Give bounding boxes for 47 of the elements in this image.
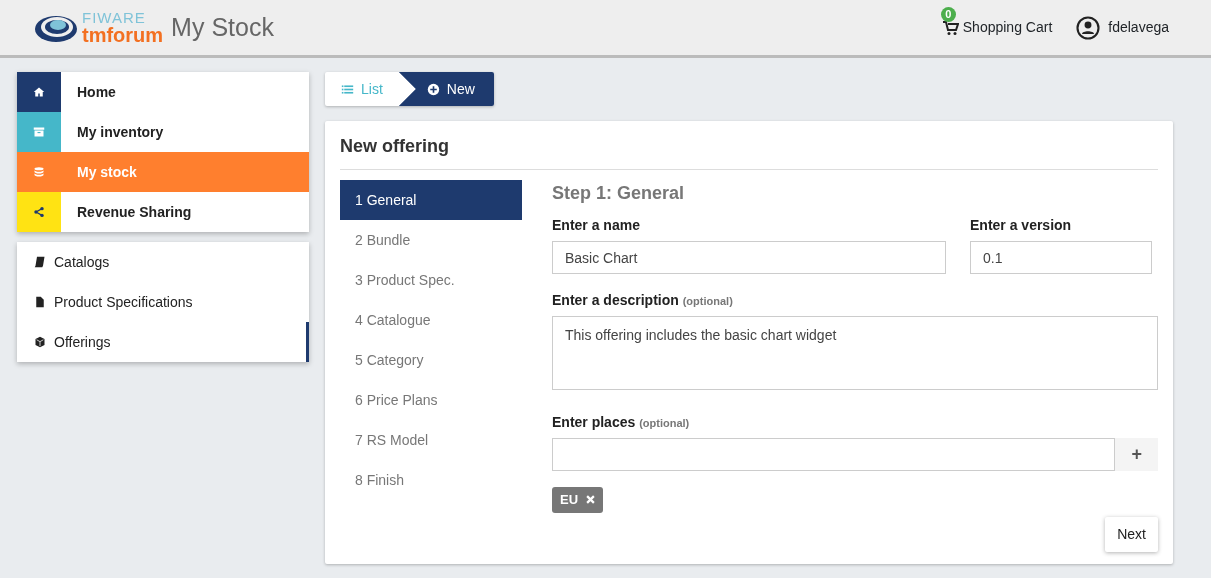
share-icon xyxy=(33,206,45,218)
logo-text: tmforum xyxy=(82,24,164,45)
place-tag: EU xyxy=(552,487,604,513)
field-label: Enter places xyxy=(552,414,636,430)
archive-box-icon xyxy=(33,126,45,138)
optional-hint: (optional) xyxy=(682,295,733,307)
step-item[interactable]: 3 Product Spec. xyxy=(340,260,522,300)
user-avatar-icon xyxy=(1076,15,1101,40)
add-button[interactable]: + xyxy=(1115,438,1158,471)
submenu-item[interactable]: Catalogs xyxy=(17,242,309,282)
home-icon xyxy=(33,86,45,98)
remove-icon[interactable] xyxy=(586,495,596,505)
panel-title: New offering xyxy=(340,133,1158,170)
field-label: Enter a description xyxy=(552,292,679,308)
step-item[interactable]: 2 Bundle xyxy=(340,220,522,260)
step-title: Step 1: General xyxy=(552,182,686,205)
step-item[interactable]: 1 General xyxy=(340,180,522,220)
submenu-item[interactable]: Product Specifications xyxy=(17,282,309,322)
breadcrumb-item[interactable]: New xyxy=(398,72,494,106)
description-field[interactable]: This offering includes the basic chart widget xyxy=(552,316,1158,390)
optional-hint: (optional) xyxy=(639,417,690,429)
name-field[interactable]: Basic Chart xyxy=(552,241,946,274)
plus-circle-icon xyxy=(426,82,440,96)
cart-icon xyxy=(942,19,959,36)
step-item[interactable]: 8 Finish xyxy=(340,460,522,500)
cube-icon xyxy=(34,336,46,348)
logo-text: FIWARE xyxy=(82,10,147,25)
user-menu[interactable]: fdelavega xyxy=(1076,15,1169,40)
step-item[interactable]: 7 RS Model xyxy=(340,420,522,460)
version-field[interactable]: 0.1 xyxy=(970,241,1152,274)
submenu-item[interactable]: Offerings xyxy=(17,322,309,362)
menu-item[interactable]: Home xyxy=(17,72,309,112)
file-icon xyxy=(34,296,46,308)
step-item[interactable]: 4 Catalogue xyxy=(340,300,522,340)
field-label: Enter a version xyxy=(970,217,1072,233)
list-icon xyxy=(341,82,354,96)
menu-item[interactable]: Revenue Sharing xyxy=(17,192,309,232)
step-item[interactable]: 6 Price Plans xyxy=(340,380,522,420)
step-item[interactable]: 5 Category xyxy=(340,340,522,380)
app-title: My Stock xyxy=(171,11,274,43)
menu-item[interactable]: My inventory xyxy=(17,112,309,152)
cart-count: 0 xyxy=(940,7,956,22)
book-icon xyxy=(34,256,46,268)
next-button[interactable]: Next xyxy=(1105,516,1158,552)
database-icon xyxy=(33,166,45,178)
field-label: Enter a name xyxy=(552,217,640,233)
shopping-cart-link[interactable]: Shopping Cart 0 xyxy=(942,7,1053,38)
